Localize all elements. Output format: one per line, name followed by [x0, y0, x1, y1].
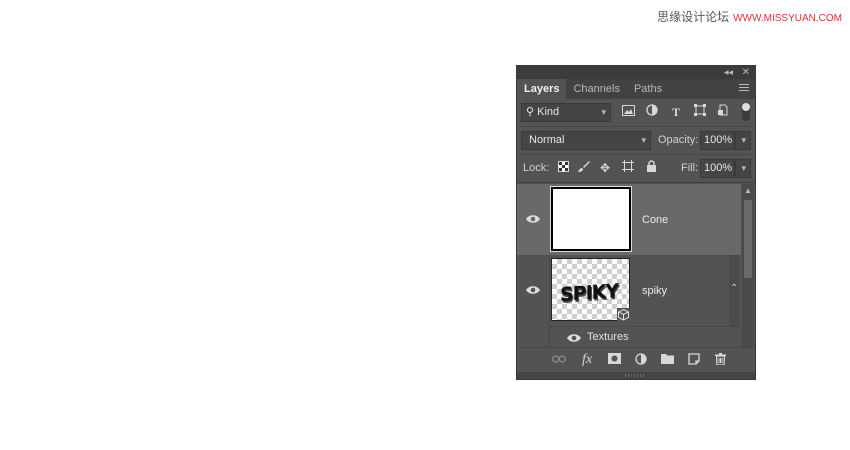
- sublayer-name: Textures: [587, 331, 629, 343]
- shape-filter-icon[interactable]: [692, 104, 708, 120]
- eye-icon[interactable]: [567, 333, 581, 343]
- scrollbar-thumb[interactable]: [744, 200, 752, 278]
- search-icon: ⚲: [526, 106, 535, 118]
- lock-position-move-icon[interactable]: ✥: [597, 160, 613, 176]
- adjustment-filter-icon[interactable]: [644, 104, 660, 120]
- layer-name: Cone: [642, 214, 669, 226]
- opacity-dropdown[interactable]: ▾: [735, 131, 751, 150]
- filter-toggle[interactable]: [742, 103, 750, 121]
- fill-dropdown[interactable]: ▾: [735, 159, 751, 178]
- chevron-up-icon[interactable]: ⌃: [730, 283, 738, 294]
- tab-channels[interactable]: Channels: [566, 79, 626, 99]
- layer-spiky[interactable]: SPIKY spiky ⌃ Textures: [517, 255, 741, 347]
- new-adjustment-layer-icon[interactable]: [634, 353, 648, 367]
- link-layers-icon[interactable]: [552, 353, 566, 367]
- layer-thumbnail: [550, 186, 632, 252]
- eye-icon[interactable]: [526, 285, 540, 295]
- watermark: 思缘设计论坛 WWW.MISSYUAN.COM: [657, 8, 842, 25]
- eye-icon[interactable]: [526, 214, 540, 224]
- opacity-input[interactable]: 100%: [700, 131, 735, 150]
- chevron-down-icon: ▾: [601, 107, 606, 117]
- layers-list: Cone SPIKY spiky ⌃ Textures: [517, 184, 741, 347]
- blend-row: Normal ▾ Opacity: 100% ▾: [517, 127, 755, 155]
- thumbnail-text: SPIKY: [560, 279, 619, 307]
- 3d-layer-icon: [617, 308, 630, 321]
- blend-mode-select[interactable]: Normal ▾: [521, 131, 651, 150]
- fill-input[interactable]: 100%: [700, 159, 735, 178]
- kind-filter-select[interactable]: ⚲ Kind ▾: [521, 103, 611, 122]
- panel-menu-icon[interactable]: [739, 84, 749, 93]
- add-mask-icon[interactable]: [607, 353, 621, 367]
- panel-bottom-bar: fx: [517, 347, 755, 373]
- lock-artboard-icon[interactable]: [620, 160, 636, 176]
- image-filter-icon[interactable]: [620, 104, 636, 120]
- layer-thumbnail: SPIKY: [551, 258, 630, 321]
- kind-filter-label: Kind: [537, 106, 560, 118]
- fx-icon[interactable]: fx: [580, 353, 594, 367]
- layer-cone[interactable]: Cone: [517, 184, 741, 255]
- filter-row: ⚲ Kind ▾ T: [517, 99, 755, 127]
- lock-label: Lock:: [523, 162, 550, 174]
- chevron-down-icon: ▾: [641, 135, 646, 145]
- layer-name: spiky: [642, 285, 668, 297]
- new-layer-icon[interactable]: [687, 353, 701, 367]
- type-filter-icon[interactable]: T: [668, 104, 684, 120]
- fill-label: Fill:: [681, 162, 699, 174]
- lock-all-icon[interactable]: [643, 160, 659, 176]
- tab-paths[interactable]: Paths: [627, 79, 669, 99]
- panel-tabs: Layers Channels Paths: [517, 79, 755, 99]
- blend-mode-value: Normal: [529, 134, 565, 146]
- layers-panel: ◂◂ ✕ Layers Channels Paths ⚲ Kind ▾ T No…: [516, 65, 756, 380]
- folder-icon[interactable]: [660, 353, 674, 367]
- close-icon[interactable]: ✕: [742, 66, 750, 79]
- tab-layers[interactable]: Layers: [517, 79, 567, 99]
- collapse-icon[interactable]: ◂◂: [724, 66, 733, 79]
- chevron-down-icon: ▾: [741, 135, 746, 145]
- watermark-site: WWW.MISSYUAN.COM: [733, 13, 842, 24]
- lock-row: Lock: ✥ Fill: 100% ▾: [517, 155, 755, 183]
- trash-icon[interactable]: [713, 353, 727, 367]
- watermark-text: 思缘设计论坛: [657, 10, 730, 24]
- lock-image-pixels-brush-icon[interactable]: [576, 160, 592, 176]
- chevron-down-icon: ▾: [741, 163, 746, 173]
- lock-transparent-pixels-icon[interactable]: [555, 160, 571, 176]
- smart-object-filter-icon[interactable]: [715, 104, 731, 120]
- textures-sublayer[interactable]: Textures: [549, 326, 741, 347]
- chevron-up-icon[interactable]: ▲: [744, 186, 752, 195]
- opacity-label: Opacity:: [658, 134, 699, 146]
- panel-resize-grip[interactable]: [517, 372, 755, 379]
- panel-titlebar: ◂◂ ✕: [517, 66, 755, 79]
- layers-scrollbar[interactable]: ▲: [742, 184, 754, 347]
